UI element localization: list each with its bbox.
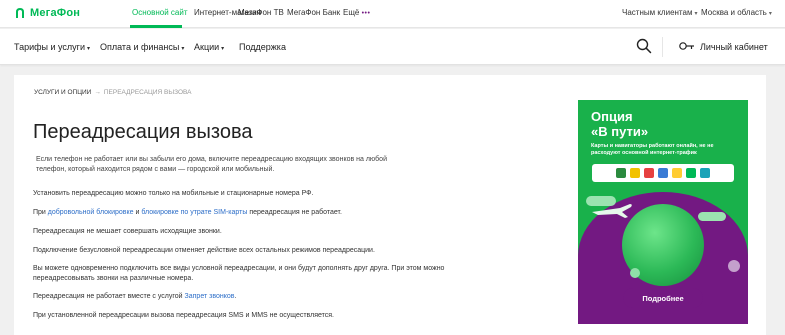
app-icon bbox=[700, 168, 710, 178]
paragraph-unconditional: Подключение безусловной переадресации от… bbox=[33, 247, 375, 254]
megafon-logo-icon bbox=[16, 8, 24, 18]
nav-support[interactable]: Поддержка bbox=[239, 42, 286, 52]
search-icon[interactable] bbox=[636, 38, 652, 54]
app-icons-row bbox=[592, 164, 734, 182]
link-megafon-tv[interactable]: МегаФон ТВ bbox=[238, 8, 284, 17]
link-call-barring[interactable]: Запрет звонков bbox=[185, 293, 235, 300]
app-icon bbox=[658, 168, 668, 178]
paragraph-blocking-text-1: При bbox=[33, 209, 48, 216]
breadcrumb-arrow-icon: → bbox=[94, 89, 101, 96]
app-icon bbox=[616, 168, 626, 178]
paragraph-call-barring: Переадресация не работает вместе с услуг… bbox=[33, 292, 503, 302]
paragraph-outgoing: Переадресация не мешает совершать исходя… bbox=[33, 228, 222, 235]
chevron-down-icon: ▾ bbox=[181, 46, 185, 52]
banner-title-line-2: «В пути» bbox=[591, 124, 649, 139]
chevron-down-icon: ▾ bbox=[87, 46, 91, 52]
chevron-down-icon: ▾ bbox=[694, 11, 698, 17]
promo-banner[interactable]: Опция «В пути» Карты и навигаторы работа… bbox=[578, 100, 748, 324]
segment-label: Частным клиентам bbox=[622, 8, 693, 17]
link-sim-loss-blocking[interactable]: блокировке по утрате SIM-карты bbox=[141, 209, 247, 216]
top-bar: МегаФон Основной сайт Интернет-магазин М… bbox=[0, 0, 785, 28]
app-icon bbox=[644, 168, 654, 178]
paragraph-conditional: Вы можете одновременно подключить все ви… bbox=[33, 265, 445, 282]
nav-payment-label: Оплата и финансы bbox=[100, 42, 180, 52]
app-icon bbox=[672, 168, 682, 178]
decor-ball bbox=[630, 268, 640, 278]
link-voluntary-blocking[interactable]: добровольной блокировке bbox=[48, 209, 134, 216]
megafon-logo[interactable]: МегаФон bbox=[14, 7, 80, 19]
breadcrumb: Услуги и опции → Переадресация вызова bbox=[34, 89, 191, 96]
nav-divider bbox=[662, 37, 663, 57]
banner-title: Опция «В пути» bbox=[591, 109, 648, 139]
breadcrumb-parent[interactable]: Услуги и опции bbox=[34, 89, 91, 96]
paragraph-sms-mms: При установленной переадресации вызова п… bbox=[33, 312, 335, 319]
region-selector[interactable]: Москва и область ▾ bbox=[701, 8, 772, 17]
paragraph-numbers: Установить переадресацию можно только на… bbox=[33, 190, 314, 197]
nav-tariffs[interactable]: Тарифы и услуги ▾ bbox=[14, 42, 90, 52]
airplane-icon bbox=[592, 204, 632, 218]
active-tab-indicator bbox=[130, 25, 182, 28]
main-nav: Тарифы и услуги ▾ Оплата и финансы ▾ Акции… bbox=[0, 29, 785, 65]
paragraph-blocking: При добровольной блокировке и блокировке… bbox=[33, 208, 503, 218]
nav-promotions[interactable]: Акции ▾ bbox=[194, 42, 224, 52]
app-icon bbox=[630, 168, 640, 178]
paragraph-call-barring-text-1: Переадресация не работает вместе с услуг… bbox=[33, 293, 185, 300]
more-dots-icon: ••• bbox=[361, 10, 371, 17]
segment-selector[interactable]: Частным клиентам ▾ bbox=[622, 8, 697, 17]
cloud-decor bbox=[698, 212, 726, 221]
personal-account-link[interactable]: Личный кабинет bbox=[700, 42, 768, 52]
region-label: Москва и область bbox=[701, 8, 767, 17]
chevron-down-icon: ▾ bbox=[768, 11, 772, 17]
more-info-button[interactable]: Подробнее bbox=[623, 288, 703, 308]
link-main-site[interactable]: Основной сайт bbox=[132, 8, 187, 17]
nav-payment[interactable]: Оплата и финансы ▾ bbox=[100, 42, 184, 52]
lead-paragraph: Если телефон не работает или вы забыли е… bbox=[36, 156, 387, 173]
logo-text: МегаФон bbox=[30, 7, 81, 19]
link-megafon-bank[interactable]: МегаФон Банк bbox=[287, 8, 340, 17]
page-title: Переадресация вызова bbox=[33, 121, 253, 143]
key-icon bbox=[679, 42, 694, 50]
nav-promotions-label: Акции bbox=[194, 42, 220, 52]
breadcrumb-current: Переадресация вызова bbox=[103, 89, 192, 96]
paragraph-blocking-text-3: переадресация не работает. bbox=[247, 209, 342, 216]
link-more[interactable]: Ещё ••• bbox=[343, 8, 370, 17]
chevron-down-icon: ▾ bbox=[221, 46, 225, 52]
nav-tariffs-label: Тарифы и услуги bbox=[14, 42, 85, 52]
decor-ball bbox=[728, 260, 740, 272]
app-icon bbox=[686, 168, 696, 178]
link-more-label: Ещё bbox=[343, 8, 360, 17]
paragraph-call-barring-text-2: . bbox=[234, 293, 237, 300]
banner-subtitle: Карты и навигаторы работают онлайн, не н… bbox=[591, 143, 714, 156]
banner-title-line-1: Опция bbox=[591, 109, 633, 124]
